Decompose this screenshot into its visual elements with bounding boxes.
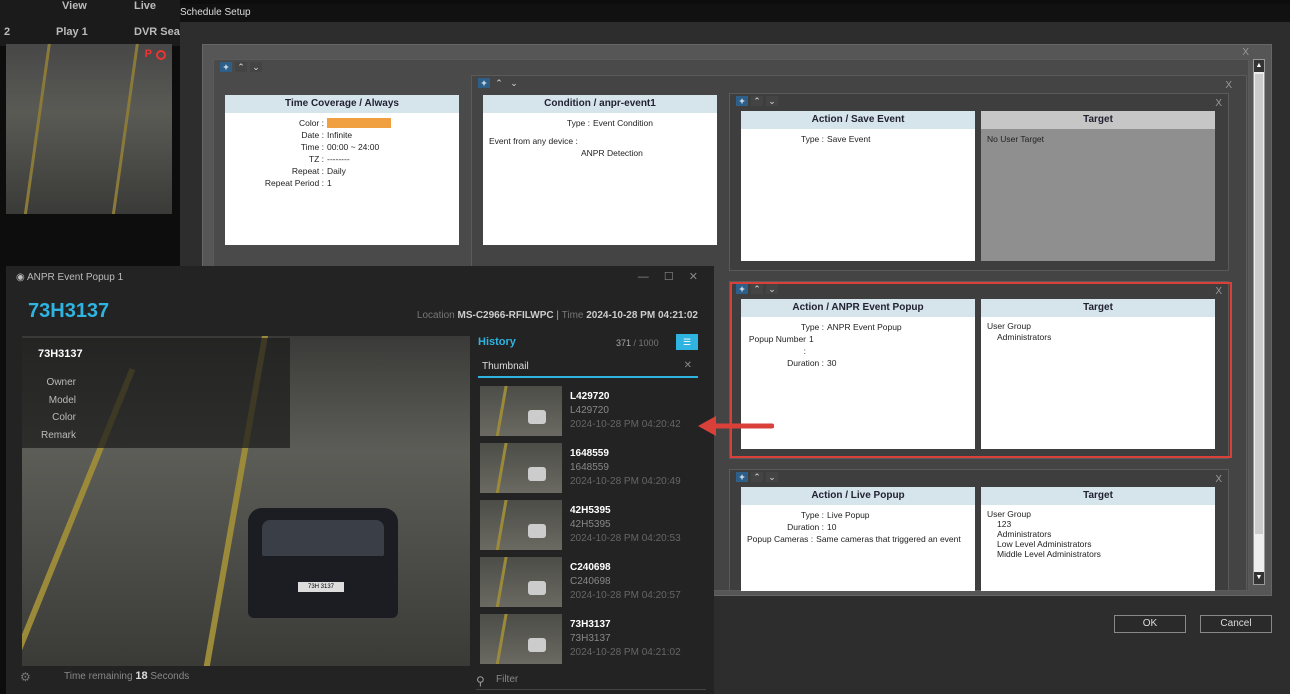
list-view-button[interactable]: ☰ [676, 334, 698, 350]
camera-icon: ◉ [16, 272, 25, 283]
add-icon[interactable]: + [736, 96, 748, 106]
bg-app-tabs: View Live 2 Play 1 DVR Search [0, 0, 197, 46]
close-icon[interactable]: X [1215, 98, 1222, 109]
history-count: 371 / 1000 [616, 338, 659, 348]
condition-card[interactable]: Condition / anpr-event1 Type : Event Cond… [483, 95, 717, 245]
action-live-popup-card[interactable]: Action / Live Popup Type : Live Popup Dur… [741, 487, 975, 591]
close-icon[interactable]: X [1215, 474, 1222, 485]
anpr-event-popup: ◉ ANPR Event Popup 1 — ☐ ✕ 73H3137 Locat… [6, 266, 714, 694]
history-thumbnail[interactable] [480, 443, 562, 493]
chevron-down-icon[interactable]: ⌄ [250, 62, 262, 72]
thumbnail-tab[interactable]: Thumbnail ✕ [478, 356, 698, 378]
chevron-down-icon[interactable]: ⌄ [766, 96, 778, 106]
block-controls: + ⌃ ⌄ [220, 62, 262, 72]
chevron-up-icon[interactable]: ⌃ [751, 96, 763, 106]
close-icon[interactable]: ✕ [684, 360, 692, 371]
vertical-scrollbar[interactable]: ▲ ▼ [1253, 59, 1265, 585]
target-card-save-event[interactable]: Target No User Target [981, 111, 1215, 261]
target-card-live-popup[interactable]: Target User Group 123 Administrators Low… [981, 487, 1215, 591]
highlight-box [730, 282, 1232, 458]
history-sub: 42H5395 [570, 519, 611, 530]
plate-number: 73H3137 [28, 300, 110, 322]
history-sub: 1648559 [570, 462, 609, 473]
history-thumbnail[interactable] [480, 500, 562, 550]
color-swatch [327, 118, 391, 128]
scroll-down-icon[interactable]: ▼ [1254, 572, 1264, 584]
chevron-down-icon[interactable]: ⌄ [766, 472, 778, 482]
bg-camera-view[interactable]: P [6, 44, 172, 214]
history-item[interactable]: 73H3137 73H3137 2024-10-28 PM 04:21:02 [478, 612, 698, 668]
close-icon[interactable]: X [1242, 47, 1249, 58]
history-plate: 42H5395 [570, 505, 611, 516]
history-plate: L429720 [570, 391, 610, 402]
cancel-button[interactable]: Cancel [1200, 615, 1272, 633]
tab-live[interactable]: Live [134, 0, 156, 12]
ptz-label: P [144, 48, 152, 60]
history-time: 2024-10-28 PM 04:20:49 [570, 476, 681, 487]
history-plate: 73H3137 [570, 619, 611, 630]
tab-view[interactable]: View [62, 0, 87, 12]
plate-info-overlay: 73H3137 Owner Model Color Remark [22, 338, 290, 448]
history-plate: C240698 [570, 562, 611, 573]
history-item[interactable]: C240698 C240698 2024-10-28 PM 04:20:57 [478, 555, 698, 611]
chevron-up-icon[interactable]: ⌃ [493, 78, 505, 88]
search-icon: ⚲ [476, 674, 485, 688]
history-label: History [478, 336, 516, 348]
add-icon[interactable]: + [478, 78, 490, 88]
history-item[interactable]: L429720 L429720 2024-10-28 PM 04:20:42 [478, 384, 698, 440]
history-time: 2024-10-28 PM 04:20:57 [570, 590, 681, 601]
scroll-thumb[interactable] [1255, 74, 1263, 534]
gear-icon[interactable]: ⚙ [20, 670, 34, 684]
record-icon [156, 50, 166, 60]
history-time: 2024-10-28 PM 04:20:53 [570, 533, 681, 544]
license-plate: 73H 3137 [298, 582, 344, 592]
history-list[interactable]: L429720 L429720 2024-10-28 PM 04:20:42 1648… [478, 384, 698, 664]
history-item[interactable]: 1648559 1648559 2024-10-28 PM 04:20:49 [478, 441, 698, 497]
card-title: Time Coverage / Always [225, 95, 459, 113]
card-title: Condition / anpr-event1 [483, 95, 717, 113]
popup-title: ◉ ANPR Event Popup 1 [16, 272, 124, 283]
action-save-event-card[interactable]: Action / Save Event Type : Save Event [741, 111, 975, 261]
close-icon[interactable]: X [1225, 80, 1232, 91]
history-item[interactable]: 42H5395 42H5395 2024-10-28 PM 04:20:53 [478, 498, 698, 554]
time-remaining: Time remaining 18 Seconds [64, 670, 190, 682]
window-title: Schedule Setup [180, 4, 1290, 22]
add-icon[interactable]: + [736, 472, 748, 482]
history-thumbnail[interactable] [480, 386, 562, 436]
vehicle-image: 73H 3137 [248, 508, 398, 618]
add-icon[interactable]: + [220, 62, 232, 72]
ok-button[interactable]: OK [1114, 615, 1186, 633]
tab-play[interactable]: Play 1 [56, 26, 88, 38]
chevron-up-icon[interactable]: ⌃ [751, 472, 763, 482]
chevron-down-icon[interactable]: ⌄ [508, 78, 520, 88]
window-controls[interactable]: — ☐ ✕ [638, 270, 704, 283]
history-plate: 1648559 [570, 448, 609, 459]
chevron-up-icon[interactable]: ⌃ [235, 62, 247, 72]
history-thumbnail[interactable] [480, 614, 562, 664]
pointer-arrow-icon [698, 416, 774, 436]
history-thumbnail[interactable] [480, 557, 562, 607]
scroll-up-icon[interactable]: ▲ [1254, 60, 1264, 72]
time-coverage-card[interactable]: Time Coverage / Always Color : Date : Inf… [225, 95, 459, 245]
filter-input[interactable]: ⚲ Filter [476, 674, 706, 690]
history-sub: L429720 [570, 405, 609, 416]
card-body: Color : Date : Infinite Time :00:00 ~ 24:… [225, 113, 459, 193]
history-sub: 73H3137 [570, 633, 611, 644]
history-sub: C240698 [570, 576, 611, 587]
tab-number: 2 [4, 26, 11, 38]
location-time: Location MS-C2966-RFILWPC | Time 2024-10… [416, 310, 698, 321]
history-time: 2024-10-28 PM 04:21:02 [570, 647, 681, 658]
history-time: 2024-10-28 PM 04:20:42 [570, 419, 681, 430]
